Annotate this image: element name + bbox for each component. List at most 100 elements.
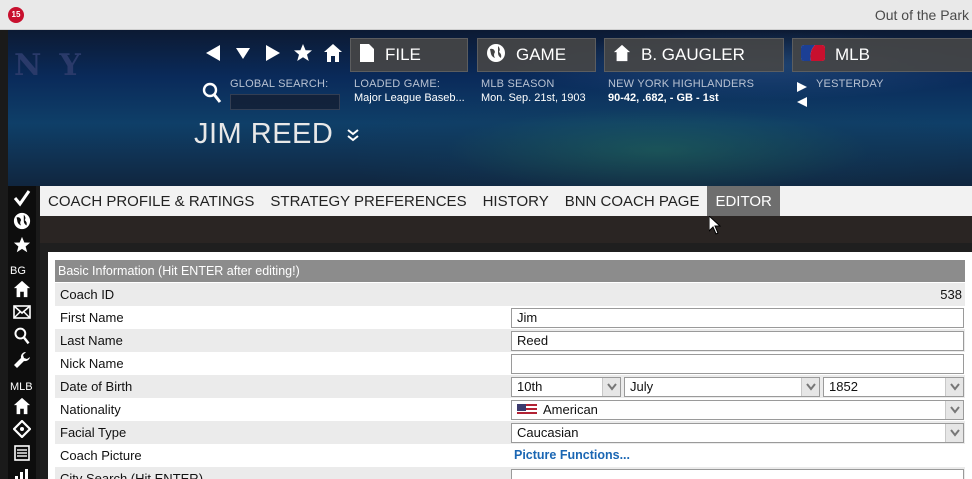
yesterday-label: YESTERDAY <box>816 78 884 90</box>
title-bar: 15 Out of the Park <box>0 0 972 30</box>
nav-buttons <box>202 42 344 64</box>
header: NY FILE GAME B. GAUGLER MLB GLOBAL SEARC… <box>8 30 972 186</box>
back-arrow-icon[interactable] <box>202 42 224 64</box>
city-search-row: City Search (Hit ENTER) <box>55 467 965 479</box>
nick-name-field[interactable] <box>511 354 964 374</box>
chevron-down-icon <box>945 401 963 419</box>
global-search-input[interactable] <box>230 94 340 110</box>
person-name: JIM REED <box>194 118 334 150</box>
sidebar: BG MLB <box>8 186 36 479</box>
globe-icon <box>486 43 506 68</box>
window-title: Out of the Park <box>874 7 969 23</box>
nationality-row: Nationality American <box>55 398 965 421</box>
team-logo[interactable]: NY <box>14 48 99 83</box>
coach-picture-row: Coach Picture Picture Functions... <box>55 444 965 467</box>
sub-tab-bar <box>40 216 972 243</box>
global-search-label: GLOBAL SEARCH: <box>230 78 329 90</box>
tab-history[interactable]: HISTORY <box>475 186 557 216</box>
nick-name-label: Nick Name <box>60 356 124 371</box>
loaded-game-value[interactable]: Major League Baseb... <box>354 92 465 104</box>
chevron-down-icon <box>801 378 819 396</box>
editor-panel: Basic Information (Hit ENTER after editi… <box>48 252 972 479</box>
city-search-field[interactable] <box>511 469 964 479</box>
picture-functions-link[interactable]: Picture Functions... <box>514 448 630 462</box>
last-name-field[interactable]: Reed <box>511 331 964 351</box>
section-header: Basic Information (Hit ENTER after editi… <box>55 260 965 282</box>
home-icon[interactable] <box>12 396 32 416</box>
app-icon: 15 <box>8 7 24 23</box>
season-label: MLB SEASON <box>481 78 555 90</box>
chevron-down-icon <box>945 424 963 442</box>
sidebar-bg-label[interactable]: BG <box>10 265 26 277</box>
nationality-label: Nationality <box>60 402 121 417</box>
file-icon <box>359 43 375 68</box>
chart-icon[interactable] <box>12 466 32 479</box>
season-date: Mon. Sep. 21st, 1903 <box>481 92 586 104</box>
chevron-down-icon <box>945 378 963 396</box>
coach-picture-label: Coach Picture <box>60 448 142 463</box>
file-menu-label: FILE <box>385 45 421 64</box>
facial-type-label: Facial Type <box>60 425 127 440</box>
last-name-label: Last Name <box>60 333 123 348</box>
nationality-value: American <box>543 402 598 417</box>
facial-type-row: Facial Type Caucasian <box>55 421 965 444</box>
coach-id-value: 538 <box>940 287 962 302</box>
coach-id-label: Coach ID <box>60 287 115 302</box>
birth-year-value: 1852 <box>829 379 858 394</box>
nick-name-row: Nick Name <box>55 352 965 375</box>
us-flag-icon <box>517 404 537 416</box>
tab-bar: COACH PROFILE & RATINGS STRATEGY PREFERE… <box>40 186 972 216</box>
birth-year-select[interactable]: 1852 <box>823 377 964 397</box>
tab-bnn-coach-page[interactable]: BNN COACH PAGE <box>557 186 708 216</box>
team-record: 90-42, .682, - GB - 1st <box>608 92 719 104</box>
coach-id-row: Coach ID 538 <box>55 283 965 306</box>
chevron-down-icon[interactable] <box>346 128 360 147</box>
date-of-birth-row: Date of Birth 10th July 1852 <box>55 375 965 398</box>
previous-day-icon[interactable] <box>797 94 807 112</box>
dropdown-arrow-icon[interactable] <box>232 42 254 64</box>
mlb-menu[interactable]: MLB <box>792 38 972 72</box>
birth-day-select[interactable]: 10th <box>511 377 621 397</box>
manager-menu[interactable]: B. GAUGLER <box>604 38 784 72</box>
tab-coach-profile[interactable]: COACH PROFILE & RATINGS <box>40 186 262 216</box>
home-icon[interactable] <box>322 42 344 64</box>
wrench-icon[interactable] <box>12 350 32 370</box>
facial-type-value: Caucasian <box>517 425 579 440</box>
last-name-row: Last Name Reed <box>55 329 965 352</box>
mouse-cursor-icon <box>708 214 722 240</box>
tab-strategy-preferences[interactable]: STRATEGY PREFERENCES <box>262 186 474 216</box>
globe-icon[interactable] <box>12 211 32 231</box>
team-name[interactable]: NEW YORK HIGHLANDERS <box>608 78 754 90</box>
facial-type-select[interactable]: Caucasian <box>511 423 964 443</box>
nationality-select[interactable]: American <box>511 400 964 420</box>
mlb-menu-label: MLB <box>835 45 870 64</box>
tab-editor[interactable]: EDITOR <box>707 186 780 216</box>
birth-month-select[interactable]: July <box>624 377 820 397</box>
star-icon[interactable] <box>292 42 314 64</box>
date-of-birth-label: Date of Birth <box>60 379 133 394</box>
loaded-game-label: LOADED GAME: <box>354 78 441 90</box>
mlb-logo-icon <box>801 44 825 66</box>
birth-month-value: July <box>630 379 654 394</box>
home-icon[interactable] <box>12 279 32 299</box>
list-icon[interactable] <box>12 443 32 463</box>
mail-icon[interactable] <box>12 302 32 322</box>
forward-arrow-icon[interactable] <box>262 42 284 64</box>
birth-day-value: 10th <box>517 379 543 394</box>
game-menu-label: GAME <box>516 45 567 64</box>
manager-menu-label: B. GAUGLER <box>641 45 745 64</box>
search-icon[interactable] <box>202 82 222 109</box>
sidebar-mlb-label[interactable]: MLB <box>10 381 33 393</box>
first-name-label: First Name <box>60 310 124 325</box>
city-search-label: City Search (Hit ENTER) <box>60 471 204 479</box>
baseball-diamond-icon[interactable] <box>12 419 32 439</box>
checkmark-icon[interactable] <box>12 188 32 208</box>
first-name-field[interactable]: Jim <box>511 308 964 328</box>
chevron-down-icon <box>602 378 620 396</box>
file-menu[interactable]: FILE <box>350 38 468 72</box>
first-name-row: First Name Jim <box>55 306 965 329</box>
star-icon[interactable] <box>12 235 32 255</box>
home-icon <box>613 44 631 67</box>
search-icon[interactable] <box>12 326 32 346</box>
game-menu[interactable]: GAME <box>477 38 596 72</box>
